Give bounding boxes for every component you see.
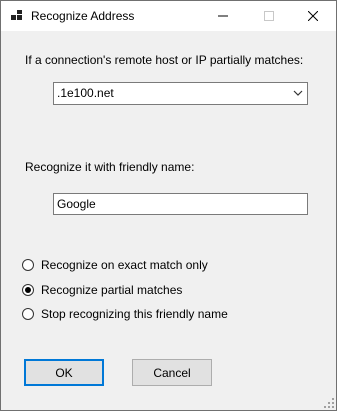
host-combobox[interactable]: .1e100.net [53, 82, 308, 105]
radio-button[interactable] [22, 284, 34, 296]
radio-label: Recognize on exact match only [41, 258, 208, 272]
minimize-icon [218, 15, 228, 17]
minimize-button[interactable] [200, 1, 246, 31]
host-match-label: If a connection's remote host or IP part… [25, 53, 304, 67]
close-icon [308, 11, 318, 21]
radio-stop-recognizing[interactable]: Stop recognizing this friendly name [22, 306, 228, 322]
window-title: Recognize Address [31, 9, 135, 23]
close-button[interactable] [290, 1, 336, 31]
title-bar[interactable]: Recognize Address [1, 1, 336, 31]
radio-exact-match[interactable]: Recognize on exact match only [22, 257, 208, 273]
radio-partial-match[interactable]: Recognize partial matches [22, 282, 182, 298]
radio-label: Recognize partial matches [41, 283, 183, 297]
resize-grip-icon[interactable] [323, 397, 334, 408]
radio-label: Stop recognizing this friendly name [41, 307, 228, 321]
dialog-window: Recognize Address If a connection's remo… [0, 0, 337, 411]
radio-button[interactable] [22, 308, 34, 320]
chevron-down-icon[interactable] [292, 87, 304, 99]
friendly-name-label: Recognize it with friendly name: [25, 160, 195, 174]
friendly-name-value: Google [57, 197, 96, 211]
cancel-button[interactable]: Cancel [132, 359, 212, 386]
friendly-name-input[interactable]: Google [53, 193, 308, 215]
app-icon [11, 10, 22, 20]
maximize-button[interactable] [246, 1, 292, 31]
radio-button[interactable] [22, 259, 34, 271]
maximize-icon [264, 11, 274, 21]
host-combobox-value: .1e100.net [57, 86, 114, 100]
ok-button[interactable]: OK [24, 359, 104, 386]
